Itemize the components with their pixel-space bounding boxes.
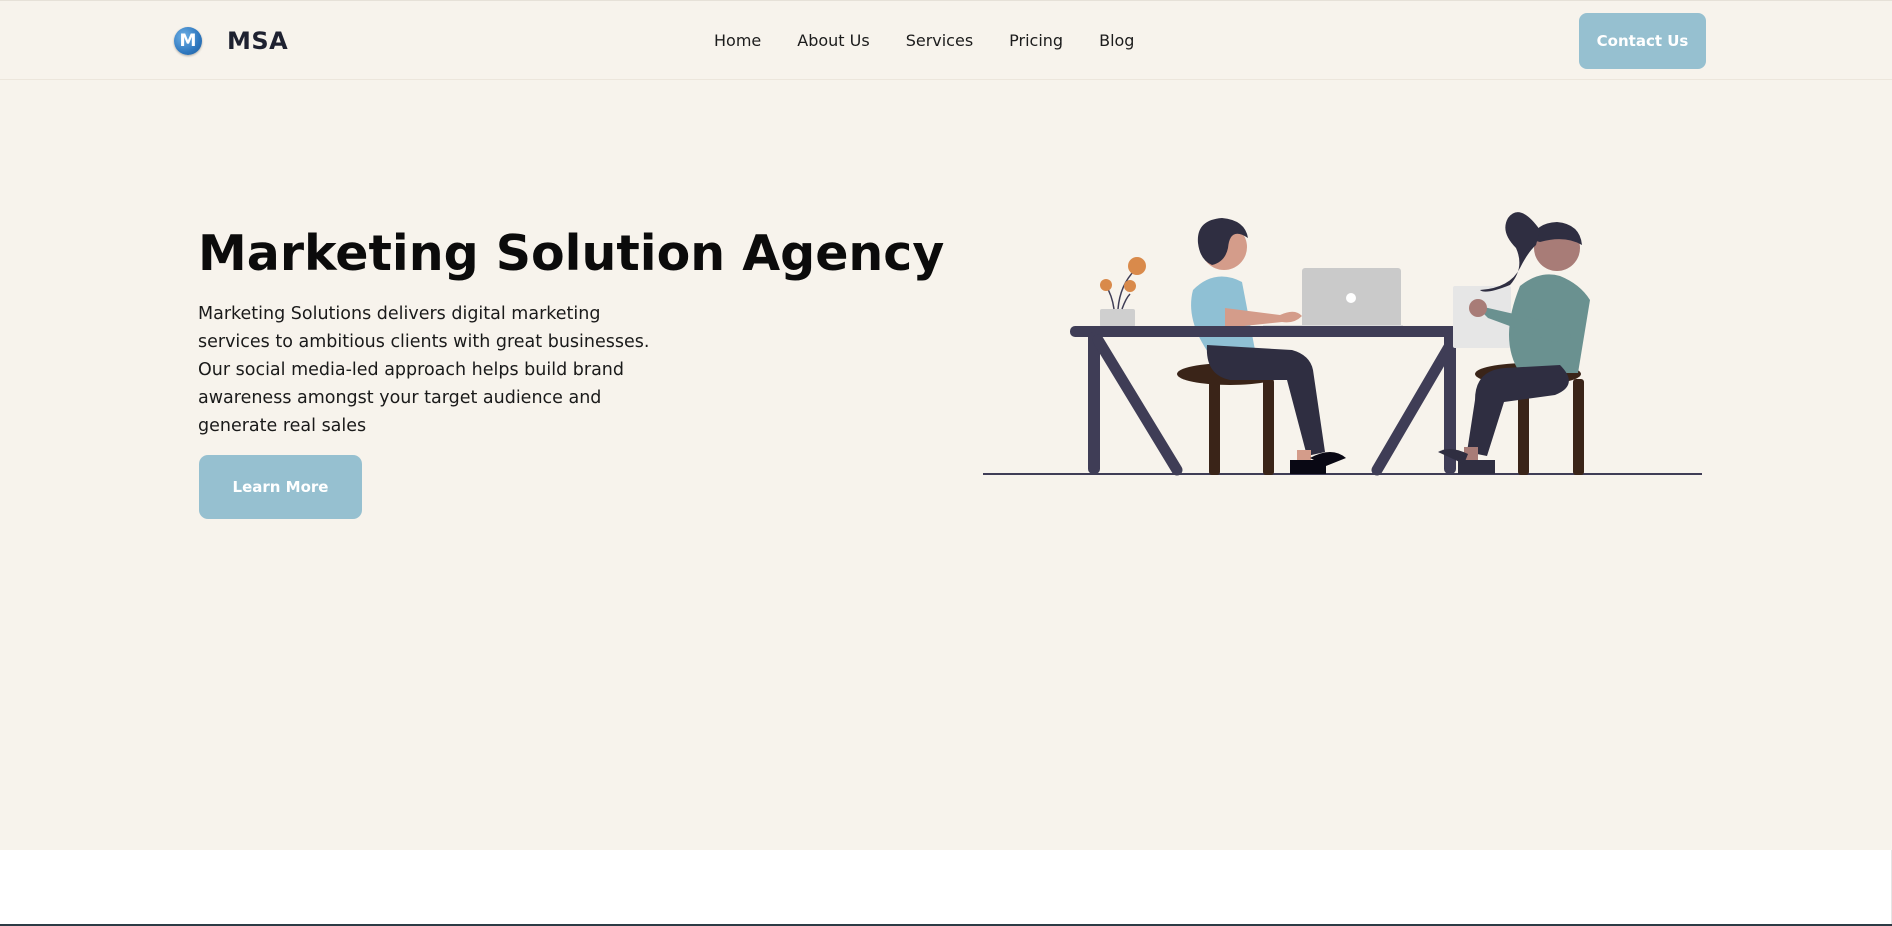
brand-logo[interactable]: M MSA xyxy=(174,27,288,55)
nav-about-us[interactable]: About Us xyxy=(797,31,869,50)
hero-title: Marketing Solution Agency xyxy=(198,225,945,282)
hero-description: Marketing Solutions delivers digital mar… xyxy=(198,304,650,436)
plant-icon xyxy=(1100,257,1146,327)
main-nav: Home About Us Services Pricing Blog xyxy=(714,31,1170,50)
page: M MSA Home About Us Services Pricing Blo… xyxy=(0,0,1892,926)
next-section xyxy=(0,850,1892,926)
nav-blog[interactable]: Blog xyxy=(1099,31,1134,50)
hero-illustration xyxy=(983,212,1702,476)
logo-icon: M xyxy=(174,27,202,55)
learn-more-button[interactable]: Learn More xyxy=(199,455,362,519)
nav-services[interactable]: Services xyxy=(906,31,973,50)
contact-us-button[interactable]: Contact Us xyxy=(1579,13,1706,69)
brand-name: MSA xyxy=(227,27,289,55)
person-woman-icon xyxy=(1438,212,1590,474)
site-header: M MSA Home About Us Services Pricing Blo… xyxy=(0,0,1892,80)
nav-pricing[interactable]: Pricing xyxy=(1009,31,1063,50)
hero-section: Marketing Solution Agency Marketing Solu… xyxy=(0,80,1892,850)
nav-home[interactable]: Home xyxy=(714,31,761,50)
